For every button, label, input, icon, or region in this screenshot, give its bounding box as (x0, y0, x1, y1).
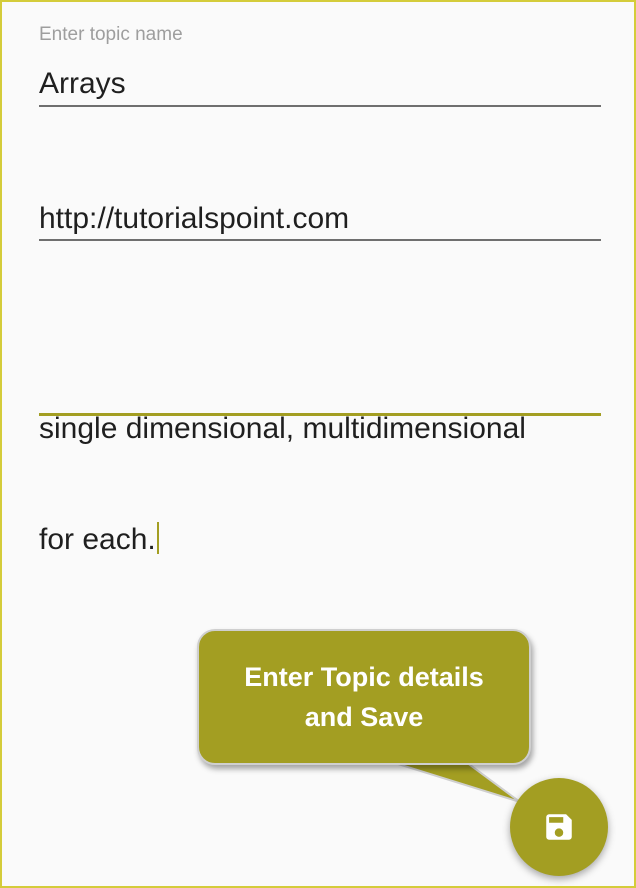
callout-bubble: Enter Topic details and Save (197, 629, 531, 765)
save-icon (546, 814, 572, 840)
save-button[interactable] (510, 778, 608, 876)
app-screen: Enter topic name Arrays http://tutorials… (0, 0, 636, 888)
callout-line-2: and Save (304, 702, 424, 732)
callout-line-1: Enter Topic details (244, 662, 484, 692)
callout-tail-shape (381, 758, 521, 803)
